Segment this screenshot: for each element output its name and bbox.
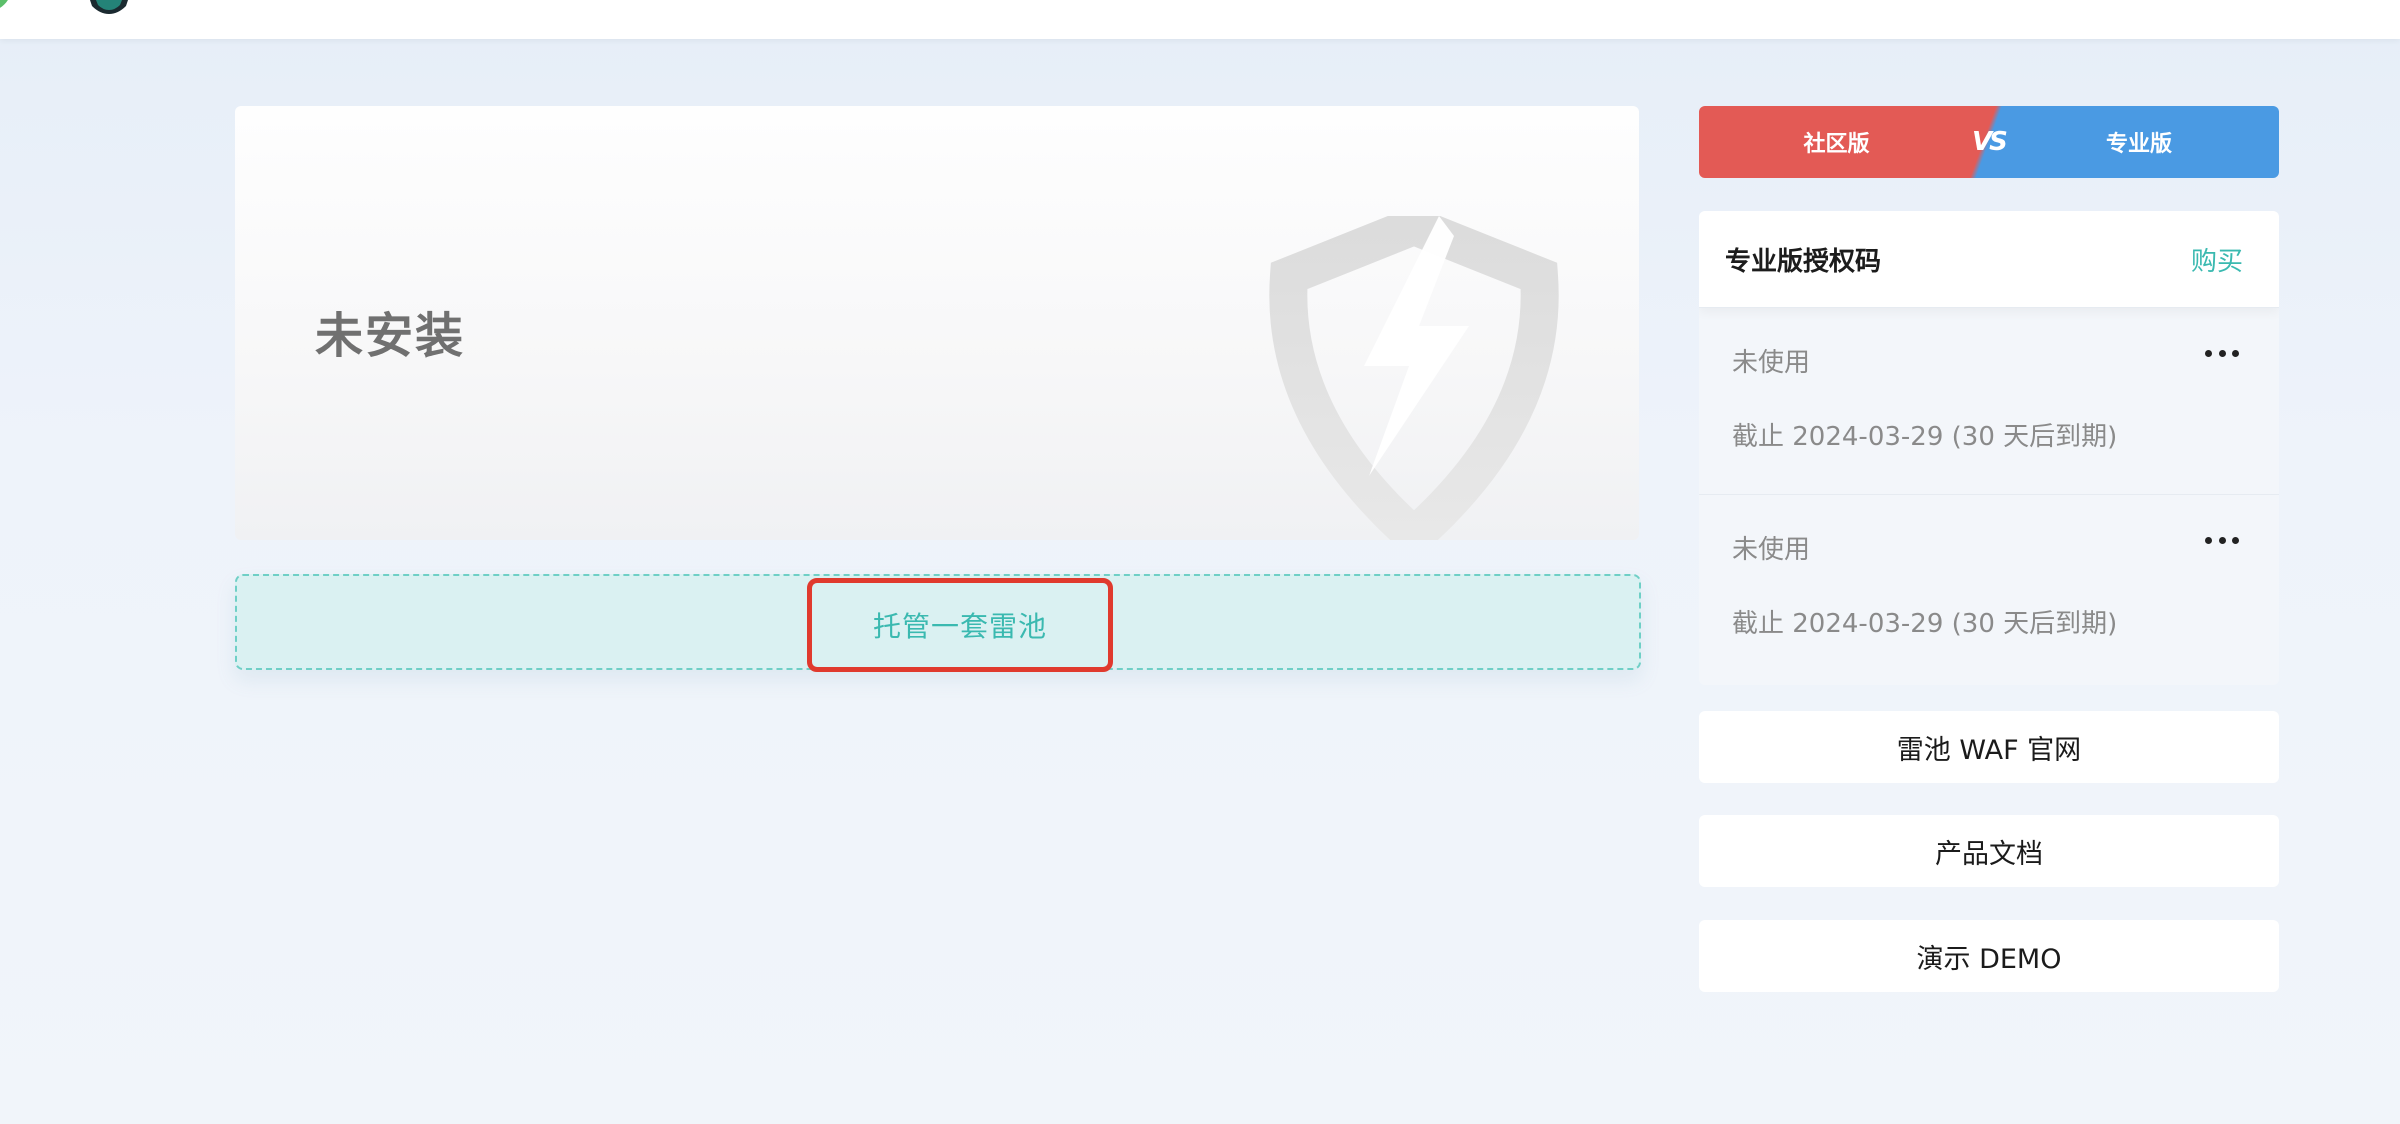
official-site-button[interactable]: 雷池 WAF 官网 bbox=[1699, 711, 2279, 783]
shield-logo-icon[interactable] bbox=[88, 0, 130, 14]
host-strip: 托管一套雷池 bbox=[235, 574, 1641, 672]
community-edition-label[interactable]: 社区版 bbox=[1699, 106, 1974, 178]
pro-edition-label[interactable]: 专业版 bbox=[1999, 106, 2279, 178]
top-bar bbox=[0, 0, 2400, 39]
license-status: 未使用 bbox=[1732, 348, 1811, 378]
shield-lightning-icon bbox=[1269, 216, 1559, 540]
version-compare-bar[interactable]: 社区版 VS 专业版 bbox=[1699, 106, 2279, 178]
license-item: 未使用 截止 2024-03-29 (30 天后到期) bbox=[1699, 307, 2279, 494]
license-expire: 截止 2024-03-29 (30 天后到期) bbox=[1732, 609, 2118, 639]
more-dots-icon[interactable] bbox=[2205, 537, 2239, 547]
docs-button[interactable]: 产品文档 bbox=[1699, 815, 2279, 887]
buy-link[interactable]: 购买 bbox=[2191, 241, 2243, 278]
logo-green-circle bbox=[0, 0, 12, 12]
license-status: 未使用 bbox=[1732, 535, 1811, 565]
license-header: 专业版授权码 购买 bbox=[1699, 211, 2279, 307]
demo-button[interactable]: 演示 DEMO bbox=[1699, 920, 2279, 992]
host-waf-button[interactable]: 托管一套雷池 bbox=[807, 578, 1113, 672]
more-dots-icon[interactable] bbox=[2205, 350, 2239, 360]
license-card: 专业版授权码 购买 未使用 截止 2024-03-29 (30 天后到期) 未使… bbox=[1699, 211, 2279, 685]
license-item: 未使用 截止 2024-03-29 (30 天后到期) bbox=[1699, 494, 2279, 681]
license-title: 专业版授权码 bbox=[1725, 247, 1882, 277]
license-expire: 截止 2024-03-29 (30 天后到期) bbox=[1732, 422, 2118, 452]
install-status-text: 未安装 bbox=[315, 308, 466, 364]
status-card: 未安装 bbox=[235, 106, 1639, 540]
